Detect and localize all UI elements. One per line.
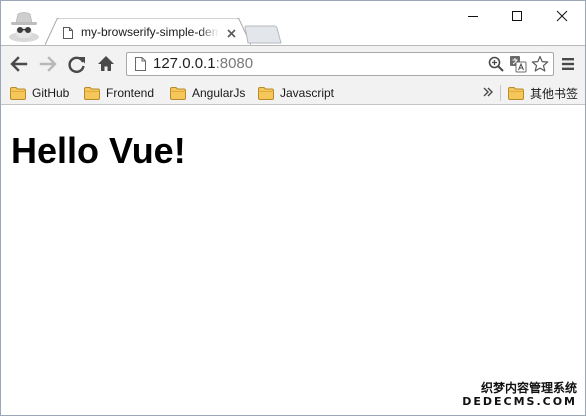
back-button[interactable]: [8, 53, 30, 75]
bookmark-angularjs[interactable]: AngularJs: [170, 84, 245, 102]
page-info-icon[interactable]: [135, 57, 146, 71]
tab-close-icon[interactable]: [226, 26, 237, 38]
watermark: 织梦内容管理系统 DEDECMS.COM: [462, 381, 577, 409]
bookmark-label: AngularJs: [192, 86, 246, 100]
close-icon: [556, 10, 568, 22]
folder-icon: [508, 86, 524, 100]
bookmark-star-button[interactable]: [531, 55, 549, 73]
url-port: :8080: [215, 55, 254, 72]
tab-active[interactable]: my-browserify-simple-demo: [45, 18, 251, 45]
bookmark-label: Frontend: [106, 86, 155, 100]
document-icon: [63, 26, 73, 39]
folder-icon: [84, 86, 100, 100]
home-icon: [98, 56, 114, 71]
tab-title: my-browserify-simple-demo: [81, 25, 219, 39]
bookmark-label: Javascript: [280, 86, 335, 100]
new-tab-button[interactable]: [244, 25, 282, 44]
page-heading: Hello Vue!: [11, 130, 186, 171]
navigation-toolbar: 127.0.0.1:8080: [1, 45, 585, 82]
hamburger-menu-icon: [562, 58, 574, 70]
bookmark-label: GitHub: [32, 86, 70, 100]
bookmark-frontend[interactable]: Frontend: [84, 84, 154, 102]
folder-icon: [258, 86, 274, 100]
browser-window: my-browserify-simple-demo 127.0.0.1:8080…: [0, 0, 586, 416]
other-bookmarks[interactable]: 其他书签: [508, 84, 578, 102]
bookmarks-bar: GitHub Frontend AngularJs Javascript 其他书…: [1, 82, 585, 105]
url-text[interactable]: 127.0.0.1:8080: [153, 55, 253, 73]
other-bookmarks-label: 其他书签: [530, 86, 579, 101]
zoom-icon: [488, 56, 504, 72]
incognito-icon: [7, 10, 41, 42]
bookmarks-overflow-chevron-icon[interactable]: [481, 85, 495, 99]
bookmarks-divider: [500, 85, 501, 101]
watermark-line-2: DEDECMS.COM: [462, 395, 577, 408]
maximize-button[interactable]: [494, 1, 540, 31]
minimize-button[interactable]: [450, 1, 496, 31]
translate-button[interactable]: [509, 55, 527, 73]
reload-icon: [68, 56, 85, 73]
back-arrow-icon: [10, 56, 28, 72]
folder-icon: [170, 86, 186, 100]
bookmark-javascript[interactable]: Javascript: [258, 84, 334, 102]
reload-button[interactable]: [66, 53, 88, 75]
chrome-menu-button[interactable]: [557, 53, 579, 75]
forward-arrow-icon: [39, 56, 57, 72]
url-host: 127.0.0.1: [153, 55, 216, 72]
bookmark-github[interactable]: GitHub: [10, 84, 69, 102]
home-button[interactable]: [95, 53, 117, 75]
translate-icon: [510, 56, 527, 73]
watermark-line-1: 织梦内容管理系统: [480, 381, 577, 395]
minimize-icon: [468, 16, 478, 17]
forward-button[interactable]: [37, 53, 59, 75]
star-icon: [531, 55, 549, 72]
tab-strip: my-browserify-simple-demo: [1, 1, 585, 45]
maximize-icon: [512, 11, 522, 21]
page-content: Hello Vue! 织梦内容管理系统 DEDECMS.COM: [1, 105, 585, 415]
address-bar[interactable]: 127.0.0.1:8080: [126, 52, 554, 76]
close-window-button[interactable]: [539, 1, 585, 31]
folder-icon: [10, 86, 26, 100]
zoom-button[interactable]: [487, 55, 505, 73]
